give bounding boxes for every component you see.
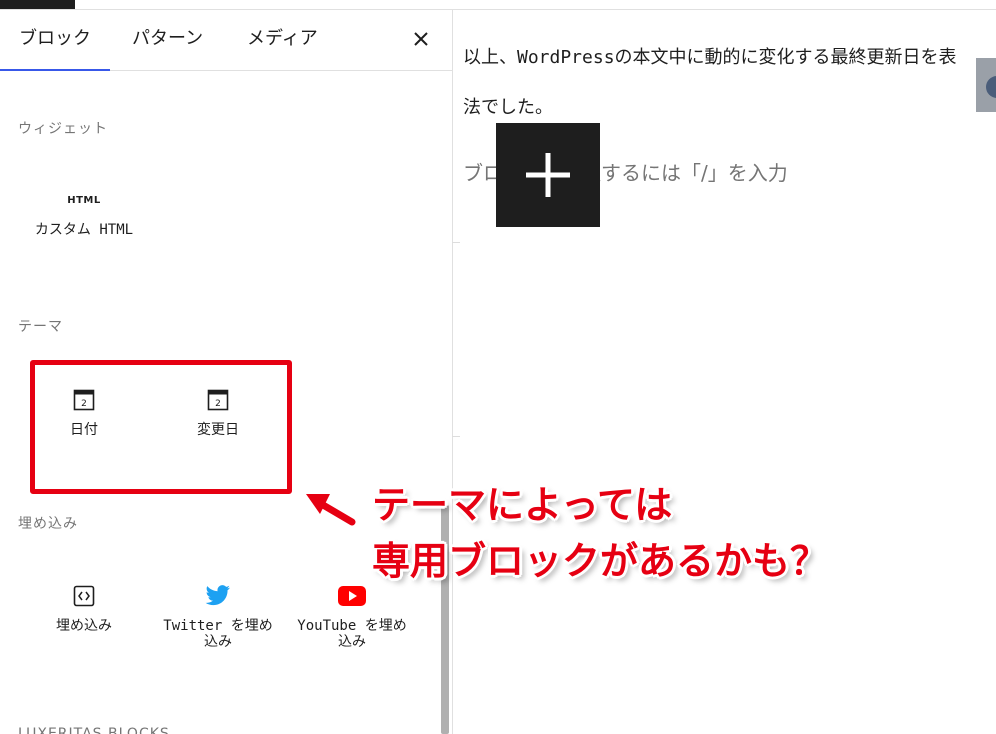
placeholder-end: 択するには「/」を入力 bbox=[581, 161, 788, 185]
block-label: 埋め込み bbox=[56, 618, 112, 634]
youtube-icon bbox=[292, 582, 412, 610]
embed-icon bbox=[24, 582, 144, 610]
block-label: Twitter を埋め込み bbox=[163, 618, 273, 650]
editor-paragraph[interactable]: 以上、WordPressの本文中に動的に変化する最終更新日を表 法でした。 bbox=[463, 33, 996, 133]
tab-blocks[interactable]: ブロック bbox=[0, 10, 110, 71]
close-icon bbox=[414, 32, 428, 46]
avatar bbox=[976, 58, 996, 112]
highlight-box bbox=[30, 360, 292, 494]
block-embed[interactable]: 埋め込み bbox=[24, 582, 144, 634]
block-label: カスタム HTML bbox=[34, 222, 134, 238]
close-inserter-button[interactable] bbox=[406, 24, 436, 54]
section-title-embed: 埋め込み bbox=[18, 516, 78, 532]
add-block-button[interactable] bbox=[496, 123, 600, 227]
section-title-luxeritas: LUXERITAS BLOCKS bbox=[18, 726, 170, 734]
inserter-tabs: ブロック パターン メディア bbox=[0, 10, 452, 71]
paragraph-line-1: 以上、WordPressの本文中に動的に変化する最終更新日を表 bbox=[463, 47, 957, 68]
tab-patterns[interactable]: パターン bbox=[132, 10, 203, 70]
divider-mark bbox=[452, 242, 460, 243]
annotation-line-2: 専用ブロックがあるかも？ bbox=[372, 539, 829, 583]
annotation-line-1: テーマによっては bbox=[372, 483, 673, 527]
block-custom-html[interactable]: HTML カスタム HTML bbox=[24, 186, 144, 239]
block-youtube-embed[interactable]: YouTube を埋め込み bbox=[292, 582, 412, 650]
arrow-icon bbox=[306, 494, 356, 526]
plus-icon bbox=[526, 153, 570, 197]
twitter-icon bbox=[158, 582, 278, 610]
section-title-theme: テーマ bbox=[18, 319, 63, 335]
tab-media[interactable]: メディア bbox=[247, 10, 318, 70]
top-toolbar bbox=[0, 0, 996, 10]
section-title-widgets: ウィジェット bbox=[18, 121, 108, 137]
html-icon: HTML bbox=[67, 194, 101, 206]
divider-mark bbox=[452, 436, 460, 437]
top-toolbar-logo[interactable] bbox=[0, 0, 75, 9]
block-label: YouTube を埋め込み bbox=[297, 618, 407, 650]
block-twitter-embed[interactable]: Twitter を埋め込み bbox=[158, 582, 278, 650]
